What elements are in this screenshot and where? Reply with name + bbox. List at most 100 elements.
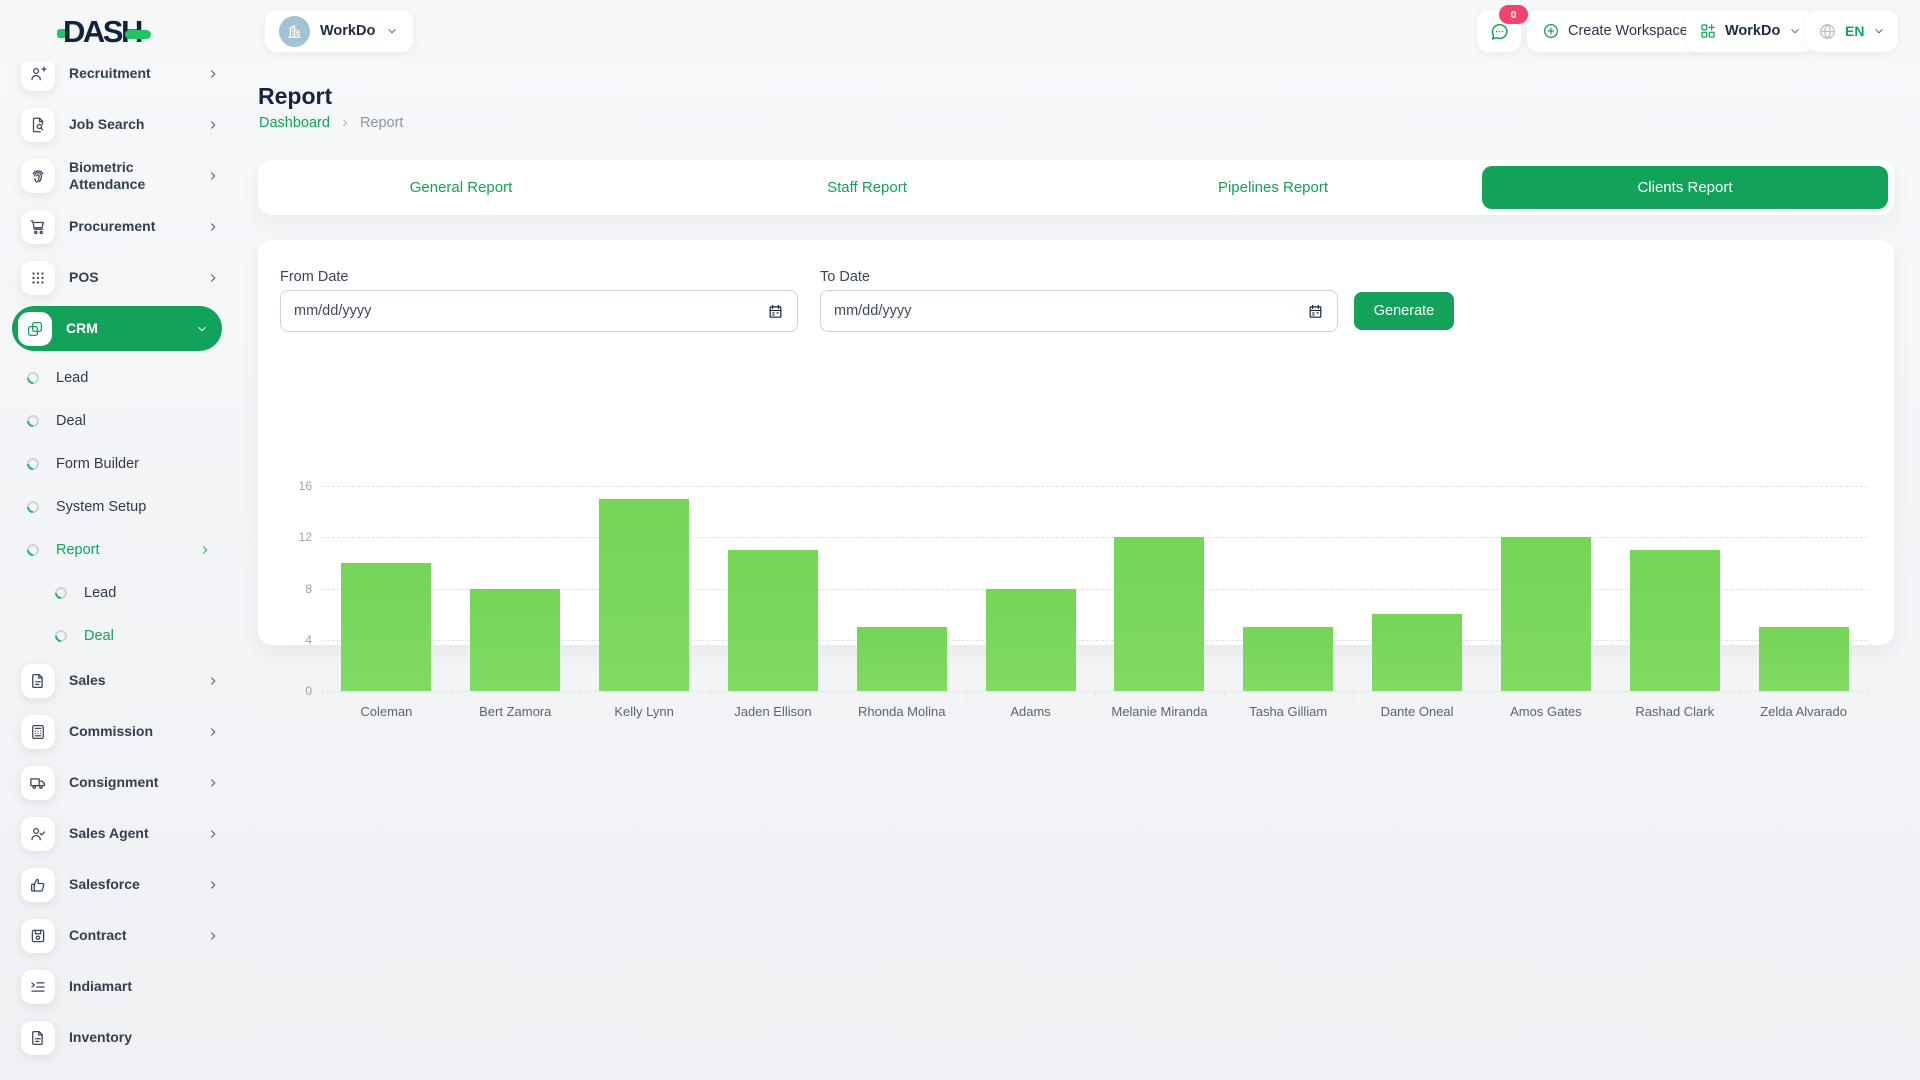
workspace-switcher[interactable]: WorkDo [265,10,413,52]
file-icon [21,1021,55,1055]
sidebar-item-label: Commission [69,723,192,741]
bar-jaden-ellison [728,550,818,691]
x-axis-tick [709,691,710,698]
gridline [322,537,1868,538]
from-date-placeholder: mm/dd/yyyy [294,303,371,319]
sidebar-item-salesforce[interactable]: Salesforce [21,868,220,902]
x-axis-tick [837,691,838,698]
x-axis-tick [451,691,452,698]
sidebar-subitem-report[interactable]: Report [27,535,212,565]
plus-circle-icon [1542,22,1560,40]
fingerprint-icon [21,159,55,193]
sidebar-item-job-search[interactable]: Job Search [21,108,220,142]
tab-staff-report[interactable]: Staff Report [664,160,1070,215]
chevron-right-icon [206,827,220,841]
bullet-icon [25,499,42,516]
chevron-down-icon [195,322,209,336]
workdo-menu-label: WorkDo [1725,23,1780,39]
copy-squares-icon [18,312,52,346]
sidebar-item-consignment[interactable]: Consignment [21,766,220,800]
sidebar-item-label: Lead [56,369,212,387]
sidebar-item-label: Sales Agent [69,825,192,843]
to-date-input[interactable]: mm/dd/yyyy [820,290,1338,332]
globe-icon [1818,22,1837,41]
from-date-input[interactable]: mm/dd/yyyy [280,290,798,332]
sidebar-subitem-system-setup[interactable]: System Setup [27,492,212,522]
sidebar-item-sales[interactable]: Sales [21,664,220,698]
x-axis-tick [1868,691,1869,698]
x-axis-label: Adams [966,704,1095,719]
x-axis-label: Kelly Lynn [580,704,709,719]
workdo-menu-button[interactable]: WorkDo [1686,10,1815,52]
gridline [322,486,1868,487]
tab-pipelines-report[interactable]: Pipelines Report [1070,160,1476,215]
sidebar-item-label: Report [56,541,181,559]
bar-amos-gates [1501,537,1591,691]
y-axis-label: 16 [258,479,312,493]
report-tabs: General ReportStaff ReportPipelines Repo… [258,160,1894,215]
sidebar-item-label: Form Builder [56,455,212,473]
y-axis-label: 0 [258,684,312,698]
chevron-right-icon [206,271,220,285]
sidebar-item-recruitment[interactable]: Recruitment [21,57,220,91]
x-axis-tick [1353,691,1354,698]
bar-tasha-gilliam [1243,627,1333,691]
grid-dots-icon [21,261,55,295]
tab-clients-report[interactable]: Clients Report [1482,166,1888,209]
sidebar-subitem-lead[interactable]: Lead [55,578,212,608]
messages-button[interactable]: 0 [1477,10,1521,52]
sidebar-subitem-lead[interactable]: Lead [27,363,212,393]
grid-plus-icon [1699,22,1717,40]
create-workspace-button[interactable]: Create Workspace [1527,10,1703,52]
calendar-icon[interactable] [767,303,784,320]
x-axis-label: Rashad Clark [1610,704,1739,719]
calendar-icon[interactable] [1307,303,1324,320]
sidebar-item-biometric-attendance[interactable]: Biometric Attendance [21,159,220,193]
to-date-placeholder: mm/dd/yyyy [834,303,911,319]
page-title: Report [258,83,332,110]
sidebar-item-label: Indiamart [69,978,220,996]
bullet-icon [25,542,42,559]
breadcrumb-dashboard-link[interactable]: Dashboard [259,115,330,131]
logo-accent-dash [125,30,151,39]
generate-button[interactable]: Generate [1354,292,1454,330]
create-workspace-label: Create Workspace [1568,23,1688,39]
sidebar-item-label: System Setup [56,498,212,516]
x-axis-tick [580,691,581,698]
sidebar-subitem-form-builder[interactable]: Form Builder [27,449,212,479]
x-axis-tick [1224,691,1225,698]
user-plus-icon [21,57,55,91]
sidebar-item-crm[interactable]: CRM [12,306,222,351]
sidebar-item-label: Inventory [69,1029,220,1047]
sidebar-item-indiamart[interactable]: Indiamart [21,970,220,1004]
language-selector[interactable]: EN [1806,10,1898,52]
y-axis-label: 4 [258,633,312,647]
x-axis-label: Jaden Ellison [709,704,838,719]
sidebar-subitem-deal[interactable]: Deal [27,406,212,436]
bar-rashad-clark [1630,550,1720,691]
sidebar-item-pos[interactable]: POS [21,261,220,295]
tab-general-report[interactable]: General Report [258,160,664,215]
sidebar-item-commission[interactable]: Commission [21,715,220,749]
sidebar-item-label: Lead [84,584,212,602]
sidebar-item-label: POS [69,269,192,287]
sidebar-item-sales-agent[interactable]: Sales Agent [21,817,220,851]
sidebar-item-inventory[interactable]: Inventory [21,1021,220,1055]
user-check-icon [21,817,55,851]
x-axis-tick [1739,691,1740,698]
workspace-avatar [279,16,310,47]
sidebar-item-label: Contract [69,927,192,945]
sidebar-item-label: CRM [66,320,181,338]
thumbs-up-icon [21,868,55,902]
chevron-down-icon [385,24,399,38]
bar-melanie-miranda [1114,537,1204,691]
bullet-icon [53,585,70,602]
x-axis-label: Zelda Alvarado [1739,704,1868,719]
sidebar-subitem-deal[interactable]: Deal [55,621,212,651]
sidebar-item-procurement[interactable]: Procurement [21,210,220,244]
x-axis-label: Amos Gates [1482,704,1611,719]
sidebar-item-label: Salesforce [69,876,192,894]
bar-bert-zamora [470,589,560,692]
sidebar-item-contract[interactable]: Contract [21,919,220,953]
app-logo[interactable]: DASH [57,14,151,50]
